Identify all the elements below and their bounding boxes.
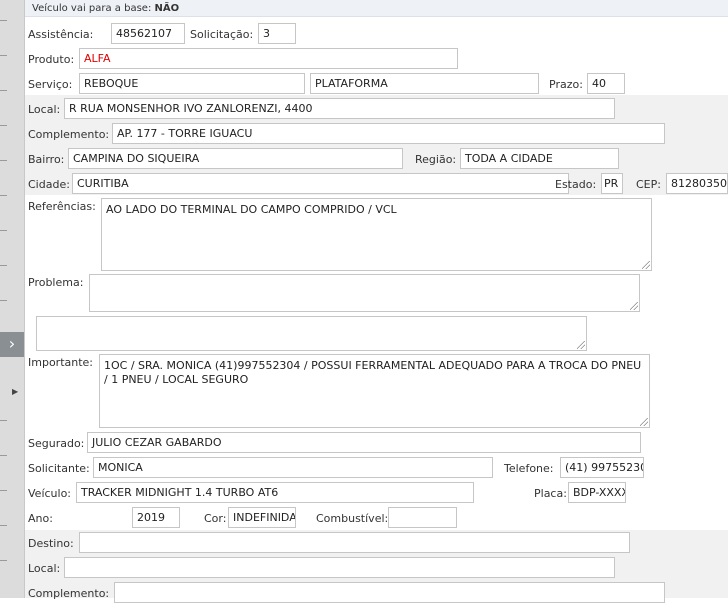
destino-local-label: Local: [28,562,61,575]
combustivel-input[interactable] [388,507,457,528]
importante-label: Importante: [28,356,94,369]
servico-label: Serviço: [28,78,73,91]
problema-label: Problema: [28,276,84,289]
regiao-input[interactable]: TODA A CIDADE [460,148,619,169]
left-sidebar: › ▶ [0,0,25,598]
top-notice-value: NÃO [154,3,180,14]
placa-input[interactable]: BDP-XXXX [568,482,626,503]
solicitante-label: Solicitante: [28,462,90,475]
regiao-label: Região: [415,153,457,166]
cep-input[interactable]: 81280350 [666,173,728,194]
veiculo-label: Veículo: [28,487,72,500]
top-notice-label: Veículo vai para a base: [32,3,152,14]
segurado-label: Segurado: [28,437,85,450]
sidebar-tick [0,160,7,161]
problema-extra-textarea[interactable] [36,316,587,351]
caret-right-icon[interactable]: ▶ [12,387,18,396]
cor-label: Cor: [204,512,227,525]
sidebar-tick [0,265,7,266]
solicitante-input[interactable]: MONICA [93,457,493,478]
cidade-label: Cidade: [28,178,70,191]
destino-complemento-input[interactable] [114,582,665,603]
sidebar-tick [0,420,7,421]
sidebar-tick [0,195,7,196]
solicitacao-input[interactable]: 3 [258,23,296,44]
problema-textarea[interactable] [89,274,640,312]
telefone-label: Telefone: [504,462,554,475]
cep-label: CEP: [636,178,661,191]
referencias-textarea[interactable]: AO LADO DO TERMINAL DO CAMPO COMPRIDO / … [101,198,652,271]
sidebar-tick [0,490,7,491]
servico-type-input[interactable]: PLATAFORMA [310,73,539,94]
destino-label: Destino: [28,537,74,550]
sidebar-tick [0,525,7,526]
ano-label: Ano: [28,512,53,525]
sidebar-tick [0,560,7,561]
servico-input[interactable]: REBOQUE [79,73,305,94]
assistencia-label: Assistência: [28,28,94,41]
top-notice: Veículo vai para a base: NÃO [25,0,728,17]
expand-sidebar-chevron-icon[interactable]: › [0,332,24,357]
destino-input[interactable] [79,532,630,553]
complemento-input[interactable]: AP. 177 - TORRE IGUACU [112,123,665,144]
local-input[interactable]: R RUA MONSENHOR IVO ZANLORENZI, 4400 [64,98,615,119]
sidebar-tick [0,55,7,56]
complemento-label: Complemento: [28,128,110,141]
prazo-label: Prazo: [549,78,583,91]
resize-grip-icon[interactable] [577,341,585,349]
veiculo-input[interactable]: TRACKER MIDNIGHT 1.4 TURBO AT6 [76,482,474,503]
prazo-input[interactable]: 40 [587,73,625,94]
produto-label: Produto: [28,53,75,66]
importante-text: 1OC / SRA. MONICA (41)997552304 / POSSUI… [104,359,642,386]
resize-grip-icon[interactable] [630,302,638,310]
destino-local-input[interactable] [64,557,615,578]
form-panel: Veículo vai para a base: NÃO Assistência… [25,0,728,603]
referencias-text: AO LADO DO TERMINAL DO CAMPO COMPRIDO / … [106,203,397,216]
bairro-input[interactable]: CAMPINA DO SIQUEIRA [68,148,403,169]
bairro-label: Bairro: [28,153,65,166]
assistencia-input[interactable]: 48562107 [111,23,185,44]
placa-label: Placa: [534,487,567,500]
cidade-input[interactable]: CURITIBA [72,173,569,194]
local-label: Local: [28,103,61,116]
estado-input[interactable]: PR [601,173,623,194]
combustivel-label: Combustível: [316,512,389,525]
destino-complemento-label: Complemento: [28,587,110,600]
resize-grip-icon[interactable] [642,261,650,269]
estado-label: Estado: [555,178,597,191]
segurado-input[interactable]: JULIO CEZAR GABARDO [87,432,641,453]
resize-grip-icon[interactable] [640,418,648,426]
sidebar-tick [0,125,7,126]
ano-input[interactable]: 2019 [132,507,180,528]
sidebar-tick [0,300,7,301]
sidebar-tick [0,230,7,231]
solicitacao-label: Solicitação: [190,28,254,41]
produto-input[interactable]: ALFA [79,48,458,69]
telefone-input[interactable]: (41) 997552304 [560,457,644,478]
cor-input[interactable]: INDEFINIDA [228,507,296,528]
sidebar-tick [0,90,7,91]
importante-textarea[interactable]: 1OC / SRA. MONICA (41)997552304 / POSSUI… [99,354,650,428]
sidebar-tick [0,455,7,456]
sidebar-tick [0,20,7,21]
referencias-label: Referências: [28,200,96,213]
